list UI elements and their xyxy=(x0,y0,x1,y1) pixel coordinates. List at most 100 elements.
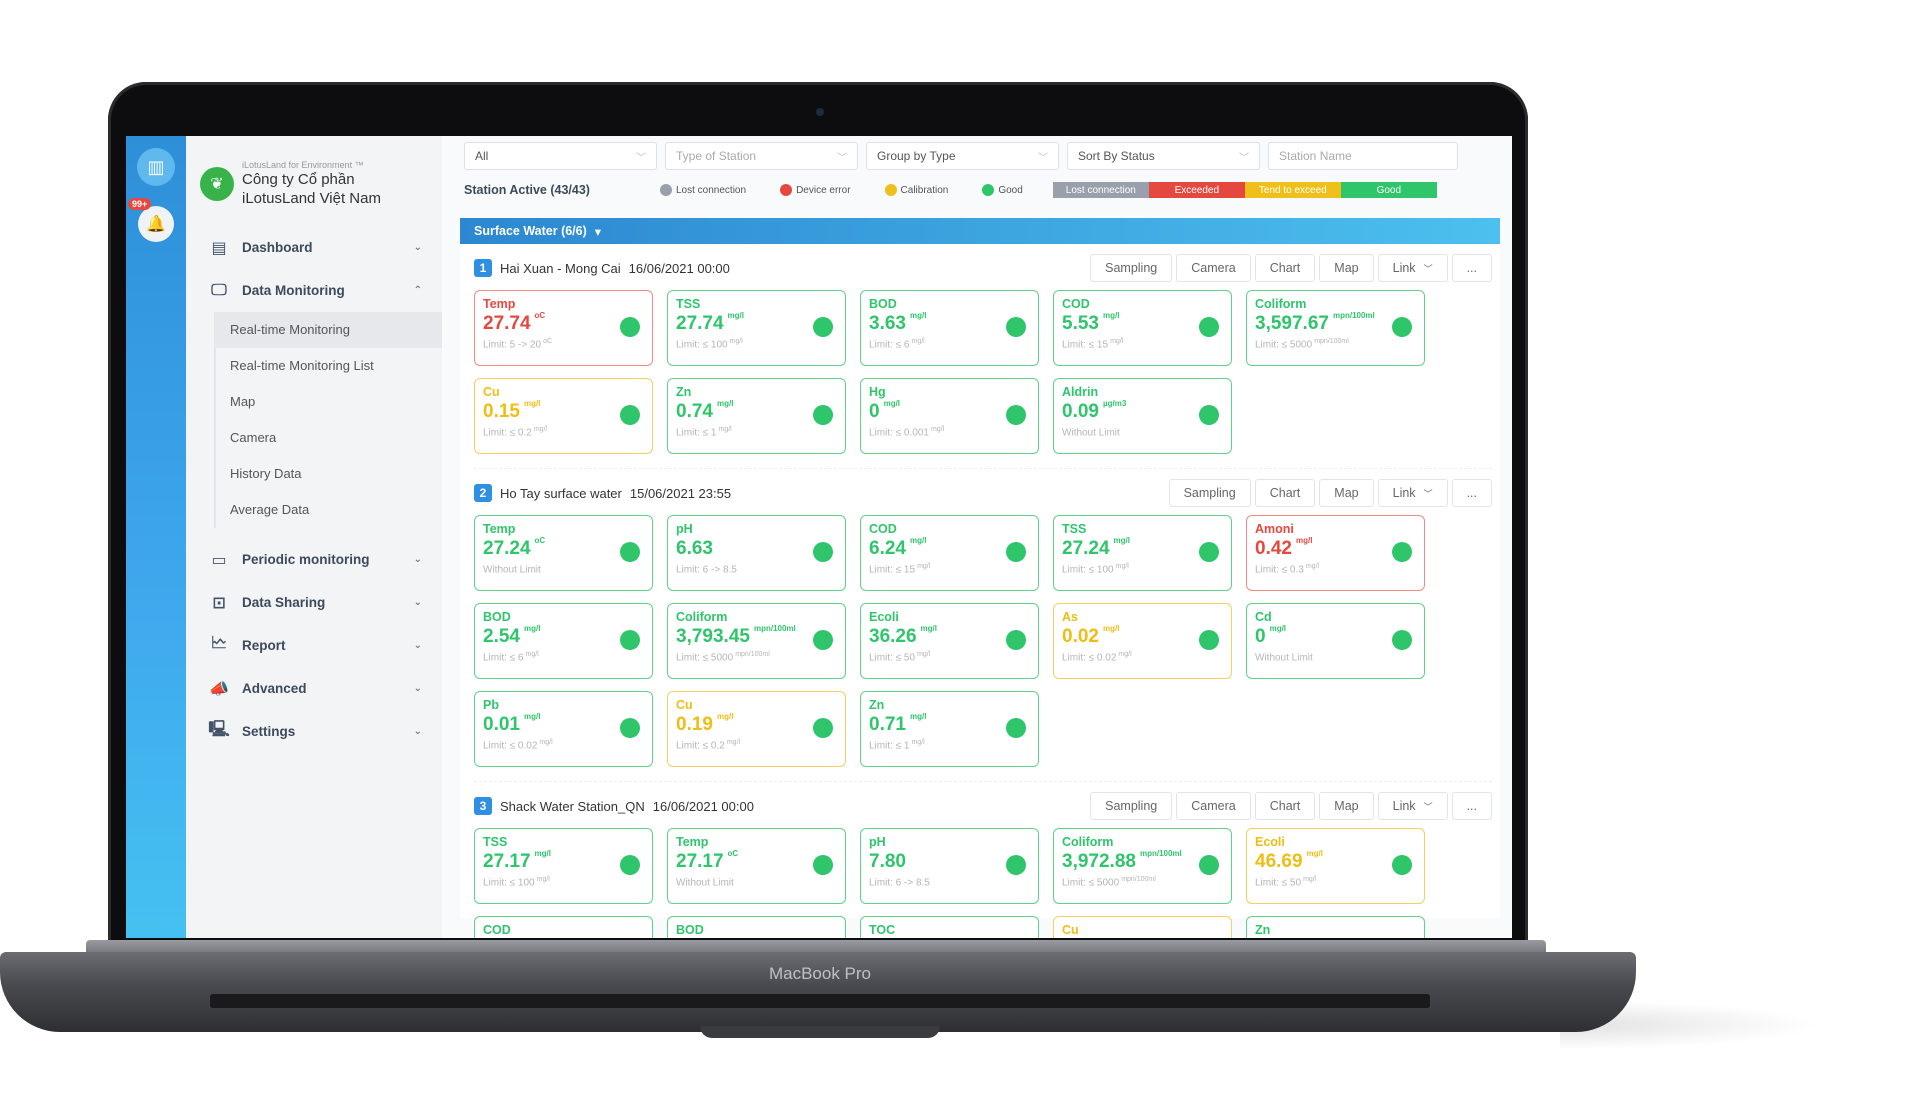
sampling-button[interactable]: Sampling xyxy=(1168,479,1251,507)
measurement-card[interactable]: Hg 0 mg/l Limit: ≤ 0.001 mg/l xyxy=(860,378,1039,454)
status-dot xyxy=(620,317,640,337)
camera-button[interactable]: Camera xyxy=(1176,254,1251,282)
chevron-down-icon: ﹀ xyxy=(1038,152,1048,164)
map-button[interactable]: Map xyxy=(1319,254,1374,282)
measurement-card[interactable]: Ecoli 46.69 mg/l Limit: ≤ 50 mg/l xyxy=(1246,828,1425,904)
measurement-card[interactable]: Cd 0 mg/l Without Limit xyxy=(1246,603,1425,679)
submenu-item-realtime-monitoring[interactable]: Real-time Monitoring xyxy=(214,312,442,348)
parameter-name: Pb xyxy=(483,698,499,712)
measurement-card[interactable]: Aldrin 0.09 µg/m3 Without Limit xyxy=(1053,378,1232,454)
submenu-item-camera[interactable]: Camera xyxy=(216,420,442,456)
parameter-value: 0.19 xyxy=(676,714,713,735)
measurement-card[interactable]: Coliform 3,793.45 mpn/100ml Limit: ≤ 5000… xyxy=(667,603,846,679)
button-label: Link xyxy=(1392,486,1416,500)
parameter-unit: mg/l xyxy=(883,399,901,408)
parameter-limit: Limit: ≤ 0.02 mg/l xyxy=(1062,651,1223,663)
chart-button[interactable]: Chart xyxy=(1254,479,1316,507)
province-select[interactable]: All ﹀ xyxy=(464,142,657,170)
measurement-card[interactable]: Cu mg/l xyxy=(1053,916,1232,938)
measurement-card[interactable]: Zn mg/l xyxy=(1246,916,1425,938)
sidebar-item-data-monitoring[interactable]: 🖵 Data Monitoring ⌃ xyxy=(186,269,442,312)
parameter-value: 27.74 xyxy=(483,313,531,334)
more-button[interactable]: ... xyxy=(1451,792,1492,820)
chevron-down-icon: ⌄ xyxy=(413,683,422,694)
chevron-down-icon: ﹀ xyxy=(636,152,646,164)
measurement-card[interactable]: Temp 27.24 oC Without Limit xyxy=(474,515,653,591)
measurement-card[interactable]: COD 5.53 mg/l Limit: ≤ 15 mg/l xyxy=(1053,290,1232,366)
link-button[interactable]: Link ﹀ xyxy=(1377,792,1448,820)
chart-button[interactable]: Chart xyxy=(1254,254,1316,282)
filter-good[interactable]: Good xyxy=(1340,182,1437,198)
sidebar-item-label: Periodic monitoring xyxy=(242,552,370,567)
limit-text: Limit: ≤ 6 xyxy=(483,652,524,664)
measurement-card[interactable]: TSS 27.17 mg/l Limit: ≤ 100 mg/l xyxy=(474,828,653,904)
measurement-card[interactable]: TSS 27.24 mg/l Limit: ≤ 100 mg/l xyxy=(1053,515,1232,591)
parameter-unit: mg/l xyxy=(716,712,734,721)
notifications-button[interactable]: 99+ 🔔 xyxy=(128,198,174,242)
map-button[interactable]: Map xyxy=(1319,479,1374,507)
measurement-card[interactable]: COD 6.24 mg/l Limit: ≤ 15 mg/l xyxy=(860,515,1039,591)
measurement-card[interactable]: BOD xyxy=(667,916,846,938)
chart-button[interactable]: Chart xyxy=(1254,792,1316,820)
app-logo-icon[interactable]: ▥ xyxy=(137,148,175,186)
camera-button[interactable]: Camera xyxy=(1176,792,1251,820)
measurement-card[interactable]: Cu 0.15 mg/l Limit: ≤ 0.2 mg/l xyxy=(474,378,653,454)
station-name-input[interactable] xyxy=(1268,142,1458,170)
measurement-card[interactable]: Zn 0.74 mg/l Limit: ≤ 1 mg/l xyxy=(667,378,846,454)
sidebar-item-dashboard[interactable]: ▤ Dashboard ⌄ xyxy=(186,226,442,269)
limit-unit: mg/l xyxy=(1115,563,1129,570)
limit-unit: mg/l xyxy=(536,876,550,883)
filter-exceeded[interactable]: Exceeded xyxy=(1148,182,1245,198)
measurement-card[interactable]: Coliform 3,597.67 mpn/100ml Limit: ≤ 5000… xyxy=(1246,290,1425,366)
measurement-card[interactable]: Ecoli 36.26 mg/l Limit: ≤ 50 mg/l xyxy=(860,603,1039,679)
station-name[interactable]: Hai Xuan - Mong Cai xyxy=(500,261,621,276)
measurement-card[interactable]: pH 7.80 Limit: 6 -> 8.5 xyxy=(860,828,1039,904)
measurement-card[interactable]: TOC xyxy=(860,916,1039,938)
station-name[interactable]: Shack Water Station_QN xyxy=(500,799,645,814)
parameter-value: 6.24 xyxy=(869,538,906,559)
more-button[interactable]: ... xyxy=(1451,479,1492,507)
group-by-select[interactable]: Group by Type ﹀ xyxy=(866,142,1059,170)
limit-unit: mg/l xyxy=(911,338,925,345)
station-name[interactable]: Ho Tay surface water xyxy=(500,486,622,501)
parameter-name: Cu xyxy=(676,698,693,712)
measurement-card[interactable]: Amoni 0.42 mg/l Limit: ≤ 0.3 mg/l xyxy=(1246,515,1425,591)
measurement-card[interactable]: BOD 3.63 mg/l Limit: ≤ 6 mg/l xyxy=(860,290,1039,366)
link-button[interactable]: Link ﹀ xyxy=(1377,254,1448,282)
measurement-card[interactable]: Coliform 3,972.88 mpn/100ml Limit: ≤ 5000… xyxy=(1053,828,1232,904)
submenu-item-average-data[interactable]: Average Data xyxy=(216,492,442,528)
parameter-name: BOD xyxy=(676,923,704,937)
measurement-card[interactable]: BOD 2.54 mg/l Limit: ≤ 6 mg/l xyxy=(474,603,653,679)
station-type-select[interactable]: Type of Station ﹀ xyxy=(665,142,858,170)
sampling-button[interactable]: Sampling xyxy=(1090,254,1173,282)
link-button[interactable]: Link ﹀ xyxy=(1377,479,1448,507)
measurement-card[interactable]: Pb 0.01 mg/l Limit: ≤ 0.02 mg/l xyxy=(474,691,653,767)
sidebar-item-advanced[interactable]: 📣 Advanced ⌄ xyxy=(186,667,442,710)
measurement-card[interactable]: COD mg/l xyxy=(474,916,653,938)
group-header-surface-water[interactable]: Surface Water (6/6) ▾ xyxy=(460,218,1500,244)
sort-by-select[interactable]: Sort By Status ﹀ xyxy=(1067,142,1260,170)
filter-tend-to-exceed[interactable]: Tend to exceed xyxy=(1244,182,1341,198)
sidebar-item-report[interactable]: 🗠 Report ⌄ xyxy=(186,624,442,667)
filter-lost-connection[interactable]: Lost connection xyxy=(1052,182,1149,198)
sidebar-item-data-sharing[interactable]: ⊡ Data Sharing ⌄ xyxy=(186,581,442,624)
sidebar-nav: ▤ Dashboard ⌄ 🖵 Data Monitoring ⌃ Real-time … xyxy=(186,226,442,753)
more-button[interactable]: ... xyxy=(1451,254,1492,282)
measurement-card[interactable]: Cu 0.19 mg/l Limit: ≤ 0.2 mg/l xyxy=(667,691,846,767)
app-screen: ▥ 99+ 🔔 ❦ iLotusLand for Environment ™ C… xyxy=(126,136,1512,938)
measurement-card[interactable]: pH 6.63 Limit: 6 -> 8.5 xyxy=(667,515,846,591)
measurement-card[interactable]: Zn 0.71 mg/l Limit: ≤ 1 mg/l xyxy=(860,691,1039,767)
parameter-unit: mpn/100ml xyxy=(1332,311,1375,320)
submenu-item-history-data[interactable]: History Data xyxy=(216,456,442,492)
measurement-card[interactable]: Temp 27.74 oC Limit: 5 -> 20 oC xyxy=(474,290,653,366)
measurement-card[interactable]: Temp 27.17 oC Without Limit xyxy=(667,828,846,904)
measurement-card[interactable]: TSS 27.74 mg/l Limit: ≤ 100 mg/l xyxy=(667,290,846,366)
submenu-item-realtime-monitoring-list[interactable]: Real-time Monitoring List xyxy=(216,348,442,384)
submenu-item-map[interactable]: Map xyxy=(216,384,442,420)
map-button[interactable]: Map xyxy=(1319,792,1374,820)
parameter-limit: Limit: ≤ 0.2 mg/l xyxy=(483,426,644,438)
sampling-button[interactable]: Sampling xyxy=(1090,792,1173,820)
sidebar-item-periodic-monitoring[interactable]: ▭ Periodic monitoring ⌄ xyxy=(186,538,442,581)
measurement-card[interactable]: As 0.02 mg/l Limit: ≤ 0.02 mg/l xyxy=(1053,603,1232,679)
sidebar-item-settings[interactable]: 🖳 Settings ⌄ xyxy=(186,710,442,753)
